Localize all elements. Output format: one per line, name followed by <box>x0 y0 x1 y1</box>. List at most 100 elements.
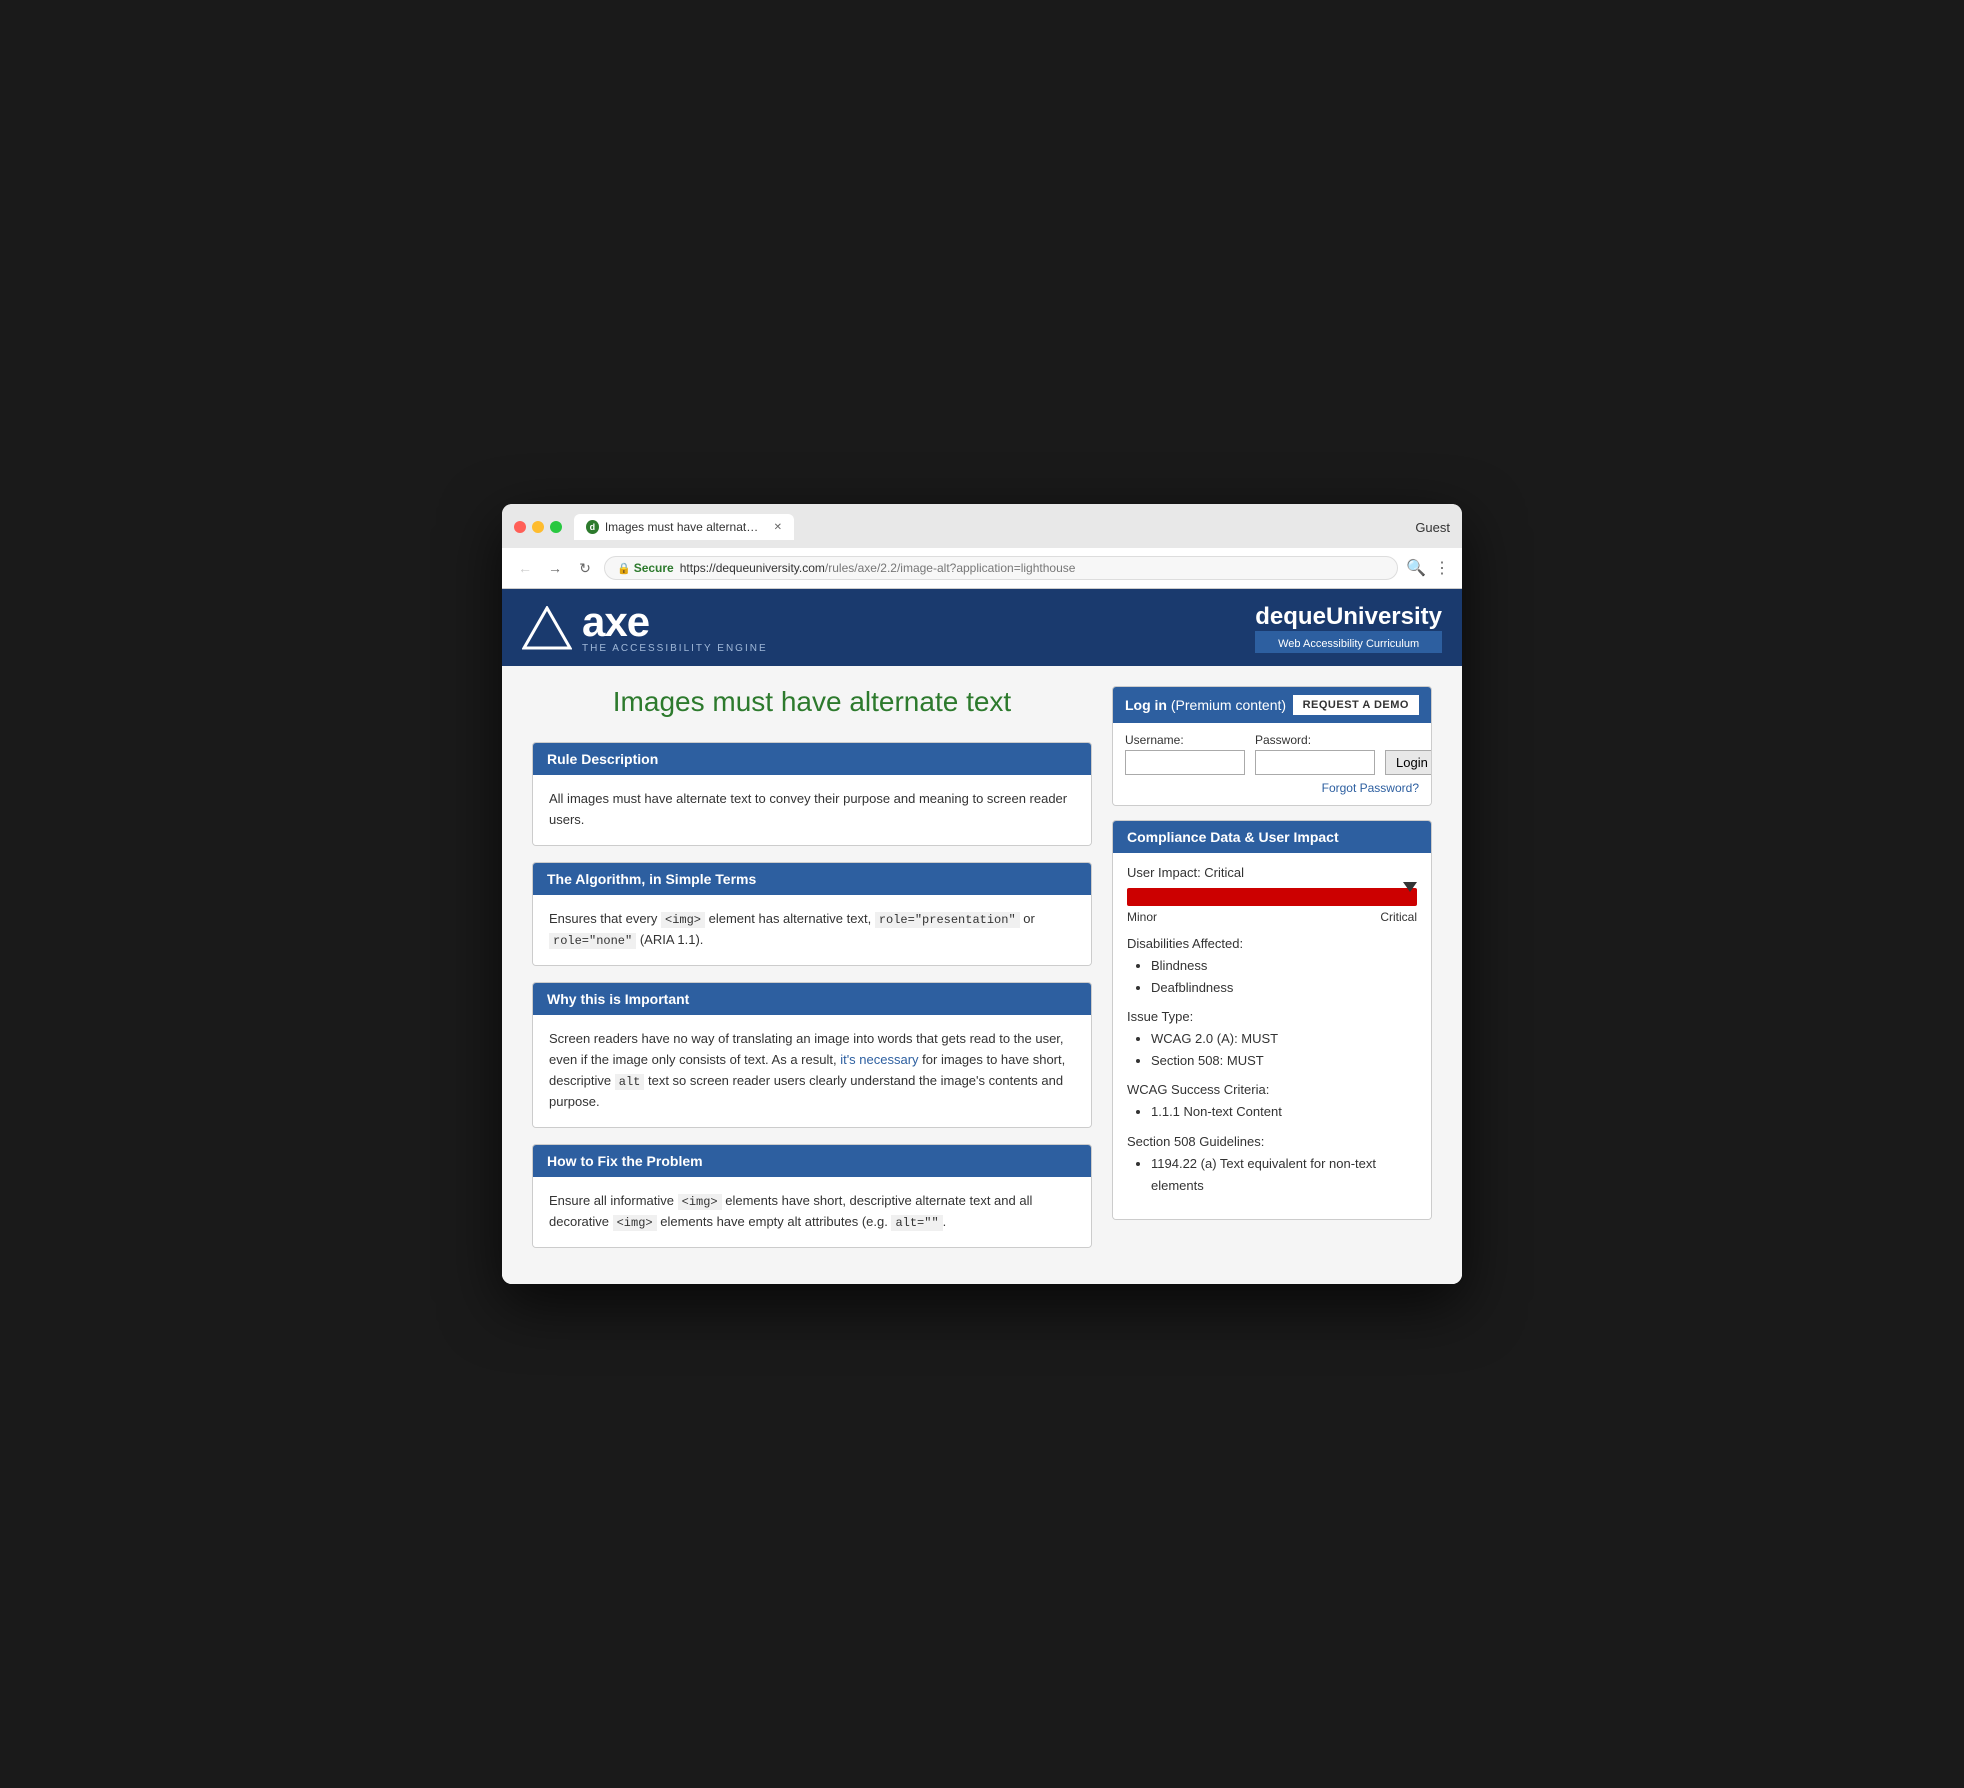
browser-titlebar: d Images must have alternate te… ✕ Guest <box>502 504 1462 548</box>
section508-list: 1194.22 (a) Text equivalent for non-text… <box>1127 1153 1417 1197</box>
list-item: Blindness <box>1151 955 1417 977</box>
rule-description-body: All images must have alternate text to c… <box>533 775 1091 845</box>
list-item: Section 508: MUST <box>1151 1050 1417 1072</box>
secure-label: Secure <box>634 561 674 575</box>
section508-section: Section 508 Guidelines: 1194.22 (a) Text… <box>1127 1134 1417 1197</box>
issue-type-section: Issue Type: WCAG 2.0 (A): MUST Section 5… <box>1127 1009 1417 1072</box>
username-group: Username: <box>1125 733 1245 775</box>
rule-description-header: Rule Description <box>533 743 1091 775</box>
right-column: Log in (Premium content) REQUEST A DEMO … <box>1112 686 1432 1220</box>
deque-logo: dequeUniversity Web Accessibility Curric… <box>1255 603 1442 653</box>
deque-prefix: deque <box>1255 603 1326 630</box>
minimize-button[interactable] <box>532 521 544 533</box>
importance-header: Why this is Important <box>533 983 1091 1015</box>
tab-title: Images must have alternate te… <box>605 520 764 534</box>
list-item: Deafblindness <box>1151 977 1417 999</box>
lock-icon: 🔒 <box>617 562 631 575</box>
algorithm-header: The Algorithm, in Simple Terms <box>533 863 1091 895</box>
impact-scale <box>1127 888 1417 906</box>
reload-button[interactable]: ↻ <box>574 557 596 579</box>
importance-title: Why this is Important <box>547 991 689 1007</box>
importance-card: Why this is Important Screen readers hav… <box>532 982 1092 1128</box>
left-column: Images must have alternate text Rule Des… <box>532 686 1092 1264</box>
login-box: Log in (Premium content) REQUEST A DEMO … <box>1112 686 1432 806</box>
page-title: Images must have alternate text <box>532 686 1092 718</box>
search-icon[interactable]: 🔍 <box>1406 558 1426 578</box>
wcag-title: WCAG Success Criteria: <box>1127 1082 1417 1097</box>
user-impact-label: User Impact: Critical <box>1127 865 1417 880</box>
browser-window: d Images must have alternate te… ✕ Guest… <box>502 504 1462 1284</box>
address-field[interactable]: 🔒 Secure https://dequeuniversity.com/rul… <box>604 556 1398 580</box>
browser-addressbar: ← → ↻ 🔒 Secure https://dequeuniversity.c… <box>502 548 1462 589</box>
disabilities-title: Disabilities Affected: <box>1127 936 1417 951</box>
impact-labels: Minor Critical <box>1127 910 1417 924</box>
guest-label: Guest <box>1415 520 1450 535</box>
tab-close-icon[interactable]: ✕ <box>774 522 782 533</box>
deque-tagline-box: Web Accessibility Curriculum <box>1255 631 1442 653</box>
compliance-box: Compliance Data & User Impact User Impac… <box>1112 820 1432 1220</box>
deque-tagline: Web Accessibility Curriculum <box>1278 638 1419 650</box>
forgot-password-link[interactable]: Forgot Password? <box>1322 781 1419 795</box>
issue-type-list: WCAG 2.0 (A): MUST Section 508: MUST <box>1127 1028 1417 1072</box>
list-item: 1194.22 (a) Text equivalent for non-text… <box>1151 1153 1417 1197</box>
importance-body: Screen readers have no way of translatin… <box>533 1015 1091 1127</box>
username-label: Username: <box>1125 733 1245 747</box>
forward-button[interactable]: → <box>544 557 566 579</box>
back-button[interactable]: ← <box>514 557 536 579</box>
axe-tagline: THE ACCESSIBILITY ENGINE <box>582 643 768 654</box>
password-group: Password: <box>1255 733 1375 775</box>
login-header: Log in (Premium content) REQUEST A DEMO <box>1113 687 1431 723</box>
main-container: Images must have alternate text Rule Des… <box>502 666 1462 1284</box>
page-content: axe THE ACCESSIBILITY ENGINE dequeUniver… <box>502 589 1462 1284</box>
wcag-section: WCAG Success Criteria: 1.1.1 Non-text Co… <box>1127 1082 1417 1123</box>
login-fields: Username: Password: Login <box>1125 733 1419 775</box>
password-input[interactable] <box>1255 750 1375 775</box>
algorithm-body: Ensures that every <img> element has alt… <box>533 895 1091 965</box>
fix-card: How to Fix the Problem Ensure all inform… <box>532 1144 1092 1248</box>
url-text: https://dequeuniversity.com/rules/axe/2.… <box>680 561 1076 575</box>
compliance-body: User Impact: Critical Minor Critical Dis… <box>1113 853 1431 1219</box>
axe-name: axe <box>582 601 768 643</box>
deque-name: dequeUniversity <box>1255 603 1442 631</box>
impact-max-label: Critical <box>1380 910 1417 924</box>
rule-description-title: Rule Description <box>547 751 658 767</box>
disabilities-section: Disabilities Affected: Blindness Deafbli… <box>1127 936 1417 999</box>
username-input[interactable] <box>1125 750 1245 775</box>
browser-tabs: d Images must have alternate te… ✕ <box>574 514 1415 540</box>
login-body: Username: Password: Login Forgot Passwor… <box>1113 723 1431 805</box>
forgot-password: Forgot Password? <box>1125 781 1419 795</box>
deque-suffix: University <box>1326 603 1442 630</box>
address-actions: 🔍 ⋮ <box>1406 558 1450 578</box>
login-title: Log in (Premium content) <box>1125 697 1286 713</box>
compliance-header: Compliance Data & User Impact <box>1113 821 1431 853</box>
fix-header: How to Fix the Problem <box>533 1145 1091 1177</box>
list-item: 1.1.1 Non-text Content <box>1151 1101 1417 1123</box>
request-demo-button[interactable]: REQUEST A DEMO <box>1293 695 1419 715</box>
impact-bar <box>1127 888 1417 906</box>
impact-min-label: Minor <box>1127 910 1157 924</box>
fix-body: Ensure all informative <img> elements ha… <box>533 1177 1091 1247</box>
axe-logo: axe THE ACCESSIBILITY ENGINE <box>522 601 768 654</box>
secure-badge: 🔒 Secure <box>617 561 674 575</box>
disabilities-list: Blindness Deafblindness <box>1127 955 1417 999</box>
close-button[interactable] <box>514 521 526 533</box>
maximize-button[interactable] <box>550 521 562 533</box>
url-path: /rules/axe/2.2/image-alt?application=lig… <box>825 561 1076 575</box>
issue-type-title: Issue Type: <box>1127 1009 1417 1024</box>
impact-arrow-icon <box>1403 882 1417 892</box>
active-tab[interactable]: d Images must have alternate te… ✕ <box>574 514 794 540</box>
url-domain: https://dequeuniversity.com <box>680 561 825 575</box>
traffic-lights <box>514 521 562 533</box>
list-item: WCAG 2.0 (A): MUST <box>1151 1028 1417 1050</box>
login-button[interactable]: Login <box>1385 750 1432 775</box>
menu-icon[interactable]: ⋮ <box>1434 558 1450 578</box>
browser-controls: d Images must have alternate te… ✕ Guest <box>514 514 1450 540</box>
rule-description-card: Rule Description All images must have al… <box>532 742 1092 846</box>
compliance-title: Compliance Data & User Impact <box>1127 829 1339 845</box>
axe-triangle-icon <box>522 606 572 650</box>
algorithm-title: The Algorithm, in Simple Terms <box>547 871 756 887</box>
section508-title: Section 508 Guidelines: <box>1127 1134 1417 1149</box>
password-label: Password: <box>1255 733 1375 747</box>
site-header: axe THE ACCESSIBILITY ENGINE dequeUniver… <box>502 589 1462 666</box>
tab-favicon: d <box>586 520 599 534</box>
